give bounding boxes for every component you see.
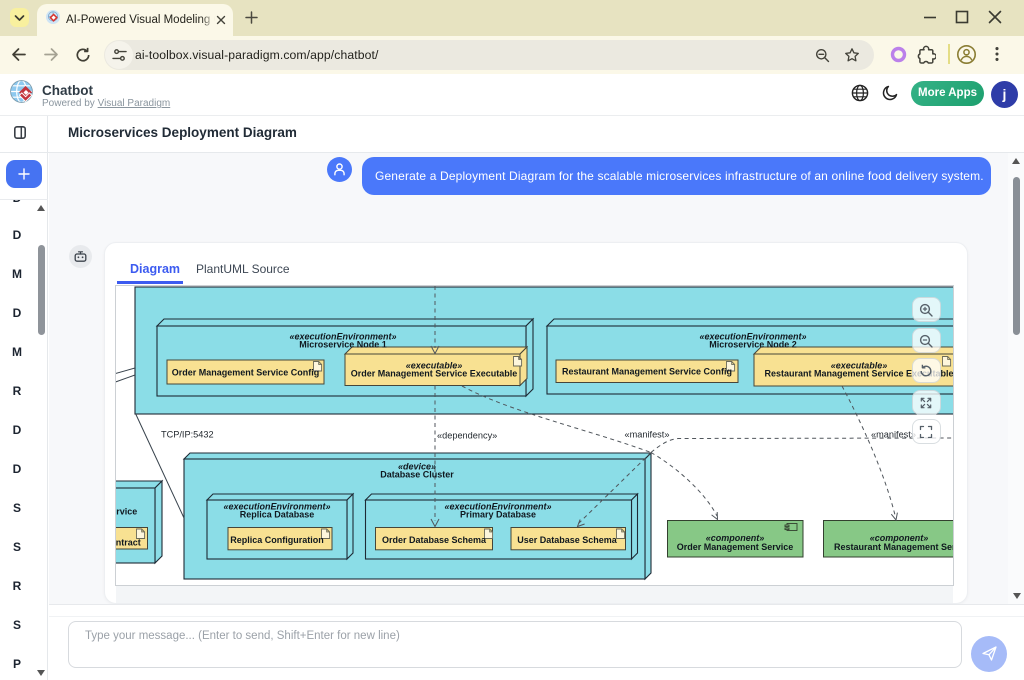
svg-text:User Database Schema: User Database Schema	[517, 535, 618, 545]
svg-text:rvice: rvice	[116, 507, 137, 517]
svg-text:TCP/IP:5432: TCP/IP:5432	[161, 430, 214, 440]
svg-text:Restaurant Management Service: Restaurant Management Service	[834, 542, 953, 552]
svg-text:Order Management Service Confi: Order Management Service Config	[172, 368, 320, 378]
svg-text:Order Management Service: Order Management Service	[677, 542, 794, 552]
svg-text:Primary Database: Primary Database	[460, 510, 536, 520]
svg-text:«manifest»: «manifest»	[871, 430, 916, 440]
svg-text:Order Management Service Execu: Order Management Service Executable	[351, 369, 518, 379]
svg-text:ntract: ntract	[116, 538, 141, 548]
svg-text:Database Cluster: Database Cluster	[380, 470, 454, 480]
svg-text:Microservice Node 1: Microservice Node 1	[299, 340, 387, 350]
svg-text:Restaurant Management Service: Restaurant Management Service Config	[562, 367, 732, 377]
svg-text:Replica Database: Replica Database	[240, 510, 315, 520]
svg-text:«dependency»: «dependency»	[437, 431, 497, 441]
svg-text:Microservice Node 2: Microservice Node 2	[709, 340, 797, 350]
svg-text:Order Database Schema: Order Database Schema	[382, 535, 487, 545]
svg-text:«manifest»: «manifest»	[625, 430, 670, 440]
svg-text:Replica Configuration: Replica Configuration	[230, 535, 324, 545]
